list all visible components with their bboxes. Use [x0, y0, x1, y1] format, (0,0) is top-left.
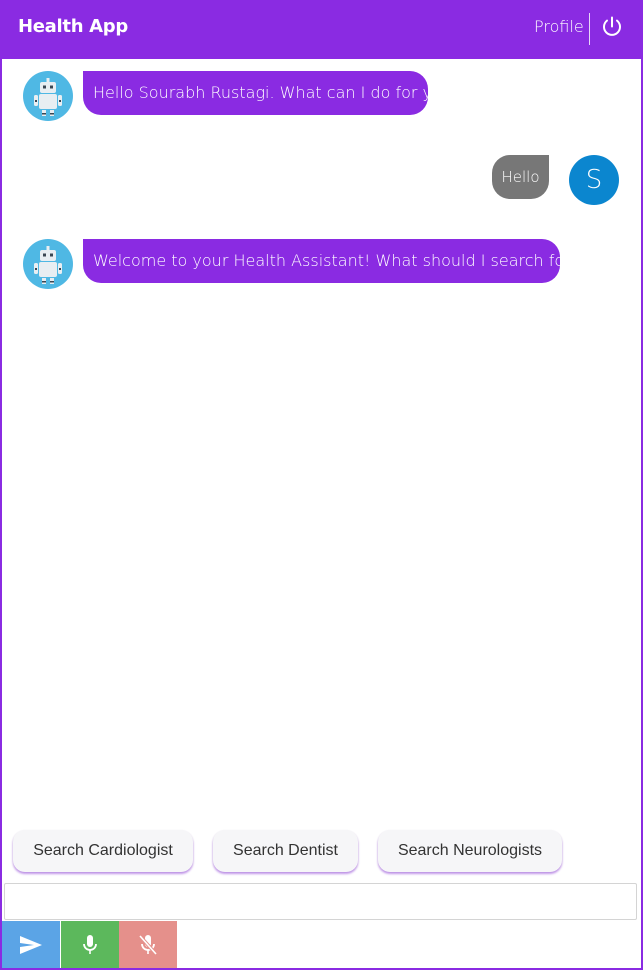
app-title: Health App: [18, 16, 128, 37]
bot-avatar: [23, 239, 73, 289]
bot-avatar: [23, 71, 73, 121]
quick-reply-search-cardiologist[interactable]: Search Cardiologist: [13, 830, 193, 872]
logout-button[interactable]: [600, 15, 624, 39]
app-frame: [0, 0, 643, 970]
robot-icon: [34, 78, 62, 116]
profile-link[interactable]: Profile: [534, 17, 584, 36]
robot-icon: [34, 246, 62, 284]
app-header: Health App Profile: [0, 0, 643, 59]
send-icon: [20, 935, 42, 954]
bot-message-bubble: Welcome to your Health Assistant! What s…: [83, 239, 614, 283]
send-button[interactable]: [2, 921, 60, 968]
bot-message-bubble: Hello Sourabh Rustagi. What can I do for…: [83, 71, 460, 115]
power-icon: [603, 16, 621, 36]
microphone-off-icon: [138, 934, 158, 955]
user-message-bubble: Hello: [492, 155, 549, 199]
quick-reply-search-dentist[interactable]: Search Dentist: [213, 830, 358, 872]
user-avatar: S: [569, 155, 619, 205]
header-divider: [589, 13, 590, 45]
quick-reply-search-neurologists[interactable]: Search Neurologists: [378, 830, 562, 872]
microphone-button[interactable]: [61, 921, 119, 968]
message-input[interactable]: [4, 883, 637, 920]
microphone-off-button[interactable]: [119, 921, 177, 968]
microphone-icon: [83, 934, 97, 954]
